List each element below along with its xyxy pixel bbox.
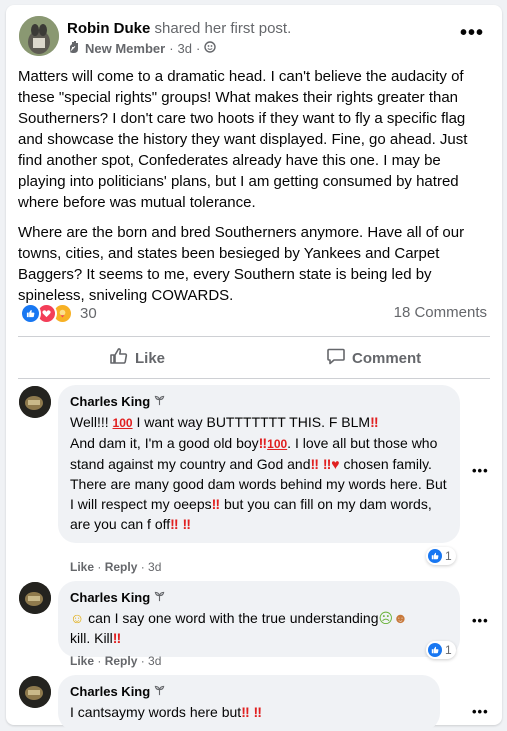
thinking-face-icon: ☺	[70, 610, 85, 626]
author-line: Robin Duke shared her first post.	[67, 20, 291, 37]
comment-like-link[interactable]: Like	[70, 654, 94, 668]
double-exclamation-icon: ‼	[112, 630, 122, 646]
divider	[18, 378, 490, 379]
thumbs-up-icon	[428, 549, 442, 563]
post-card: Robin Duke shared her first post. New Me…	[6, 5, 502, 731]
comment-bubble-icon	[326, 346, 346, 370]
comment-actions: Like · Reply · 3d	[70, 560, 162, 574]
author-name[interactable]: Robin Duke	[67, 20, 150, 37]
wave-icon	[67, 40, 81, 57]
double-exclamation-icon: ‼ ‼	[241, 704, 262, 720]
double-exclamation-icon: ‼ ‼	[170, 516, 191, 532]
comment-text-part: I want way BUTTTTTTT THIS. F BLM	[132, 414, 371, 430]
reaction-count: 30	[80, 305, 97, 322]
nauseated-face-icon: ☹	[378, 610, 394, 626]
commenter-name[interactable]: Charles King	[70, 683, 428, 700]
like-reaction-icon	[20, 303, 41, 324]
commenter-name-text[interactable]: Charles King	[70, 393, 150, 410]
more-dots-icon[interactable]: •••	[472, 614, 489, 627]
plant-badge-icon	[154, 683, 165, 700]
thumbs-up-icon	[109, 346, 129, 370]
meta-separator: ·	[169, 41, 174, 56]
double-exclamation-icon: ‼	[258, 435, 268, 451]
author-action: shared her first post.	[154, 20, 292, 37]
hundred-emoji-icon: 100	[267, 437, 288, 451]
comment-like-count[interactable]: 1	[426, 641, 456, 659]
post-meta: New Member · 3d ·	[67, 40, 217, 57]
commenter-name[interactable]: Charles King	[70, 393, 448, 410]
divider	[18, 336, 490, 337]
double-exclamation-icon: ‼	[370, 414, 379, 430]
member-badge[interactable]: New Member	[85, 41, 165, 56]
double-exclamation-icon: ‼	[211, 496, 221, 512]
comment-like-link[interactable]: Like	[70, 560, 94, 574]
comment-reply-link[interactable]: Reply	[105, 654, 138, 668]
comment-bubble: Charles King I cantsaymy words here but‼…	[58, 675, 440, 731]
commenter-avatar[interactable]	[19, 676, 51, 708]
like-count: 1	[445, 643, 452, 657]
comment-label: Comment	[352, 349, 422, 367]
comment-text-part: kill. Kill	[70, 630, 113, 646]
comment-text-part: Well!!!	[70, 414, 113, 430]
plant-badge-icon	[154, 393, 165, 410]
commenter-name-text[interactable]: Charles King	[70, 589, 150, 606]
comment-time[interactable]: 3d	[148, 560, 161, 574]
comment-reply-link[interactable]: Reply	[105, 560, 138, 574]
comment-actions: Like · Reply · 3d	[70, 654, 162, 668]
comment-text: ☺ can I say one word with the true under…	[70, 608, 448, 648]
comment-button[interactable]: Comment	[326, 343, 421, 373]
more-dots-icon[interactable]: •••	[472, 464, 489, 477]
post-time[interactable]: 3d	[178, 41, 192, 56]
commenter-name[interactable]: Charles King	[70, 589, 448, 606]
like-count: 1	[445, 549, 452, 563]
like-button[interactable]: Like	[109, 343, 165, 373]
post-paragraph: Matters will come to a dramatic head. I …	[18, 68, 468, 211]
commenter-name-text[interactable]: Charles King	[70, 683, 150, 700]
plant-badge-icon	[154, 589, 165, 606]
person-gesturing-icon: ☻	[393, 610, 408, 626]
reactions-summary[interactable]: 30	[20, 303, 97, 324]
more-dots-icon[interactable]: •••	[460, 23, 484, 43]
comment-text: I cantsaymy words here but‼ ‼	[70, 702, 428, 722]
audience-icon[interactable]	[204, 41, 217, 56]
like-label: Like	[135, 349, 166, 367]
comment-bubble: Charles King Well!!! 100 I want way BUTT…	[58, 385, 460, 543]
comments-count[interactable]: 18 Comments	[394, 304, 487, 321]
hundred-emoji-icon: 100	[112, 416, 133, 430]
heart-icon: ♥	[331, 456, 340, 472]
comment-time[interactable]: 3d	[148, 654, 161, 668]
post-body: Matters will come to a dramatic head. I …	[18, 66, 492, 315]
comment-like-count[interactable]: 1	[426, 547, 456, 565]
comment-bubble: Charles King ☺ can I say one word with t…	[58, 581, 460, 657]
meta-separator: ·	[196, 41, 201, 56]
comment-text: Well!!! 100 I want way BUTTTTTTT THIS. F…	[70, 414, 447, 532]
double-exclamation-icon: ‼ ‼	[310, 456, 332, 472]
thumbs-up-icon	[428, 643, 442, 657]
comment-text-part: can I say one word with the true underst…	[84, 610, 379, 626]
comment-text-part: And dam it, I'm a good old boy	[70, 435, 259, 451]
commenter-avatar[interactable]	[19, 582, 51, 614]
comment-text-part: I cantsaymy words here but	[70, 704, 242, 720]
comment-text-part: chosen family.	[339, 456, 432, 472]
commenter-avatar[interactable]	[19, 386, 51, 418]
post-paragraph: Where are the born and bred Southerners …	[18, 224, 465, 304]
author-avatar[interactable]	[19, 16, 59, 56]
